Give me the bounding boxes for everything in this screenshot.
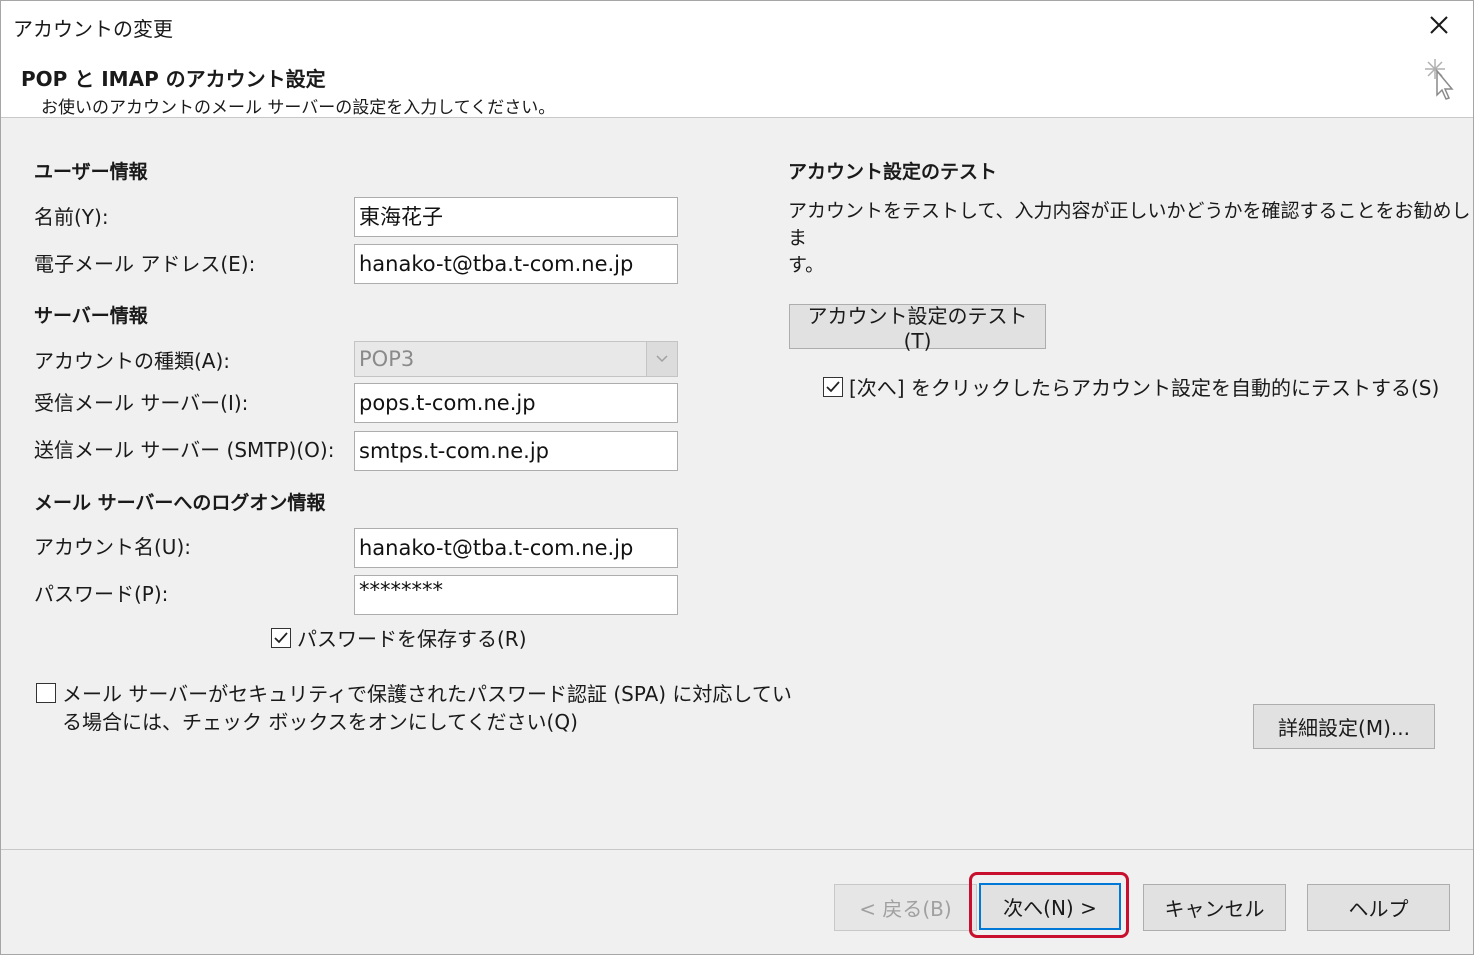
email-input[interactable]: hanako-t@tba.t-com.ne.jp [354, 244, 678, 284]
server-info-heading: サーバー情報 [34, 305, 148, 327]
spa-checkbox[interactable] [36, 683, 56, 703]
next-button-highlight [969, 872, 1129, 938]
test-description: アカウントをテストして、入力内容が正しいかどうかを確認することをお勧めしま す。 [788, 198, 1473, 279]
spa-label-line2: る場合には、チェック ボックスをオンにしてください(Q) [62, 710, 578, 734]
test-heading: アカウント設定のテスト [788, 161, 998, 183]
password-label: パスワード(P): [34, 582, 169, 606]
account-type-value: POP3 [359, 347, 415, 371]
test-account-button[interactable]: アカウント設定のテスト(T) [789, 304, 1046, 353]
account-settings-dialog: アカウントの変更 POP と IMAP のアカウント設定 お使いのアカウントのメ… [0, 0, 1474, 955]
auto-test-checkbox[interactable] [823, 377, 843, 397]
cancel-button[interactable]: キャンセル [1143, 884, 1286, 931]
spa-label-line1: メール サーバーがセキュリティで保護されたパスワード認証 (SPA) に対応して… [62, 682, 792, 706]
back-button[interactable]: < 戻る(B) [834, 884, 977, 931]
account-type-label: アカウントの種類(A): [34, 349, 231, 373]
password-input[interactable]: ******** [354, 575, 678, 615]
name-label: 名前(Y): [34, 205, 109, 229]
advanced-settings-button[interactable]: 詳細設定(M)... [1253, 704, 1435, 749]
logon-info-heading: メール サーバーへのログオン情報 [34, 492, 326, 514]
spa-label: メール サーバーがセキュリティで保護されたパスワード認証 (SPA) に対応して… [62, 680, 792, 736]
cursor-sparkle-icon [1425, 59, 1454, 100]
save-password-checkbox[interactable] [271, 628, 291, 648]
user-info-heading: ユーザー情報 [34, 161, 148, 183]
account-type-select[interactable]: POP3 [354, 341, 678, 377]
incoming-server-label: 受信メール サーバー(I): [34, 391, 249, 415]
auto-test-checkbox-row[interactable]: [次へ] をクリックしたらアカウント設定を自動的にテストする(S) [823, 374, 1439, 402]
outgoing-server-input[interactable]: smtps.t-com.ne.jp [354, 431, 678, 471]
account-name-input[interactable]: hanako-t@tba.t-com.ne.jp [354, 528, 678, 568]
incoming-server-input[interactable]: pops.t-com.ne.jp [354, 383, 678, 423]
window-title: アカウントの変更 [13, 17, 173, 41]
account-name-label: アカウント名(U): [34, 535, 191, 559]
test-description-line1: アカウントをテストして、入力内容が正しいかどうかを確認することをお勧めしま [788, 200, 1471, 249]
email-label: 電子メール アドレス(E): [34, 252, 256, 276]
auto-test-label: [次へ] をクリックしたらアカウント設定を自動的にテストする(S) [849, 376, 1440, 400]
dialog-header: POP と IMAP のアカウント設定 お使いのアカウントのメール サーバーの設… [1, 49, 1473, 118]
test-description-line2: す。 [788, 254, 825, 276]
close-icon [1430, 16, 1448, 34]
save-password-checkbox-row[interactable]: パスワードを保存する(R) [271, 625, 527, 653]
checkmark-icon [826, 381, 840, 393]
name-input[interactable]: 東海花子 [354, 197, 678, 237]
title-bar: アカウントの変更 [1, 1, 1473, 49]
footer-divider [1, 849, 1473, 850]
help-button[interactable]: ヘルプ [1307, 884, 1450, 931]
checkmark-icon [274, 632, 288, 644]
header-title: POP と IMAP のアカウント設定 [21, 67, 326, 91]
close-button[interactable] [1419, 7, 1459, 43]
header-subtitle: お使いのアカウントのメール サーバーの設定を入力してください。 [41, 98, 556, 118]
spa-checkbox-row[interactable]: メール サーバーがセキュリティで保護されたパスワード認証 (SPA) に対応して… [36, 680, 792, 736]
outgoing-server-label: 送信メール サーバー (SMTP)(O): [34, 438, 335, 462]
save-password-label: パスワードを保存する(R) [297, 627, 527, 651]
chevron-down-icon [646, 342, 677, 376]
